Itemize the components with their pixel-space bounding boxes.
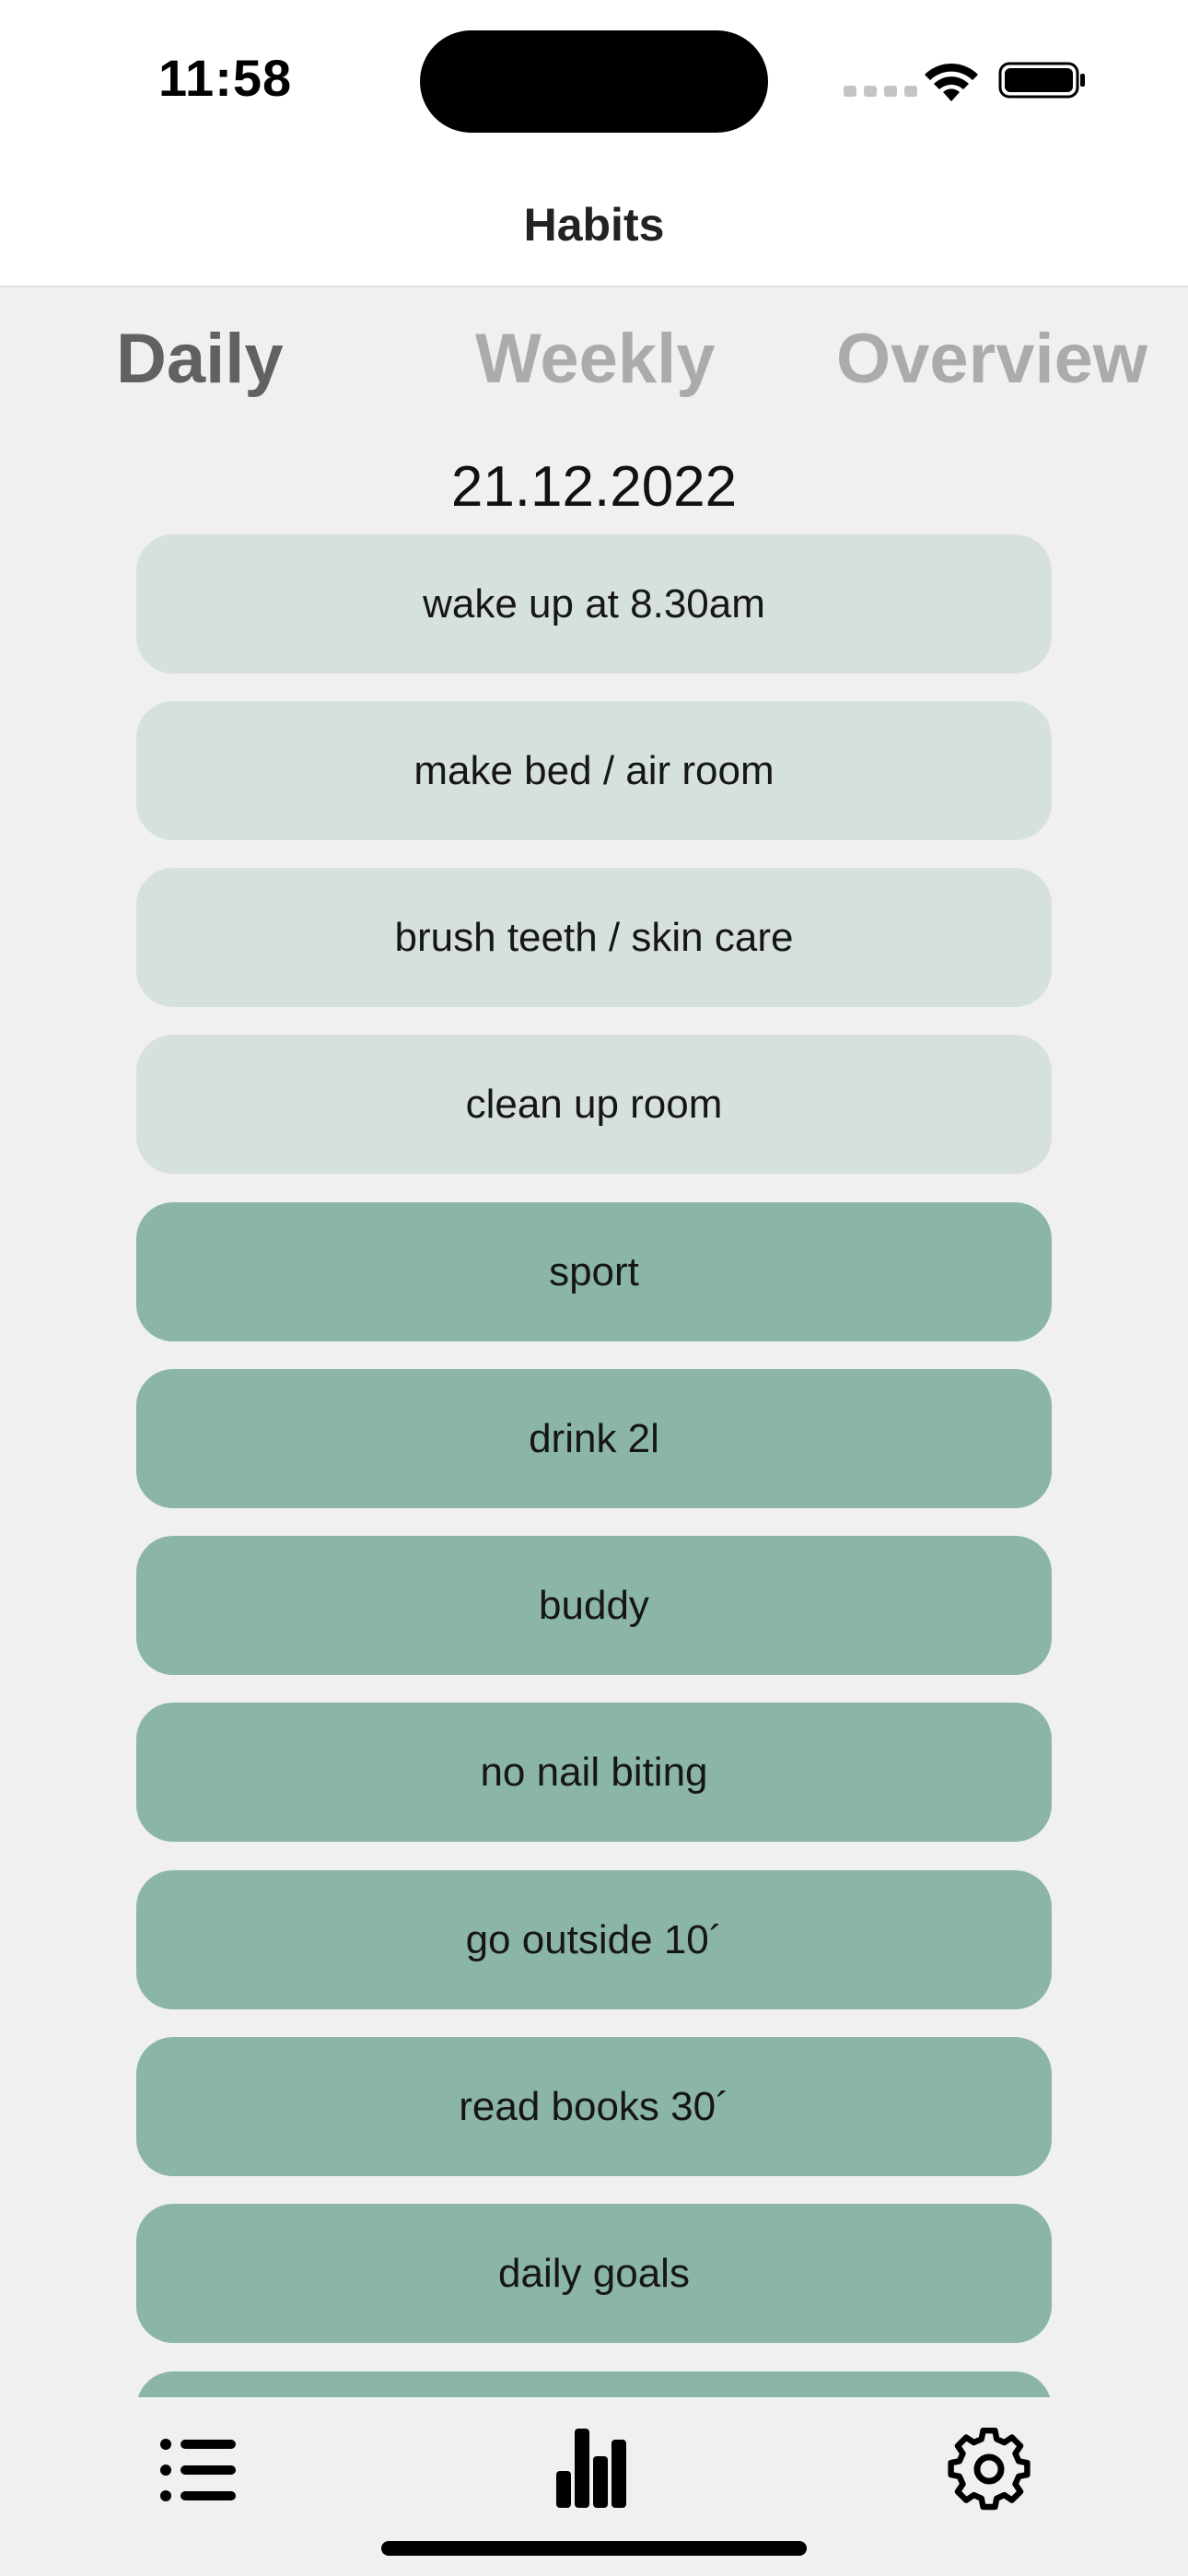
tab-weekly[interactable]: Weekly [475, 318, 716, 401]
habit-item[interactable]: brush teeth / skin care [136, 868, 1052, 1007]
habit-item[interactable]: drink 2l [136, 1369, 1052, 1508]
tab-overview[interactable]: Overview [836, 318, 1147, 401]
battery-icon [998, 62, 1085, 99]
home-indicator[interactable] [381, 2541, 807, 2556]
wifi-icon [925, 63, 978, 101]
status-time: 11:58 [158, 49, 293, 107]
habit-item[interactable]: read books 30´ [136, 2037, 1052, 2176]
tab-daily[interactable]: Daily [116, 318, 284, 401]
current-date: 21.12.2022 [450, 455, 738, 519]
habit-item[interactable] [136, 2371, 1052, 2397]
habit-item[interactable]: no nail biting [136, 1703, 1052, 1842]
habit-list[interactable]: wake up at 8.30am make bed / air room br… [136, 534, 1052, 2397]
cellular-signal-icon [844, 86, 917, 97]
navigation-bar: Habits [0, 157, 1188, 287]
habit-item[interactable]: clean up room [136, 1035, 1052, 1174]
dynamic-island [420, 30, 768, 133]
page-title: Habits [523, 199, 665, 251]
habits-screen: 11:58 Habits Daily Weekly Overview 21.12… [0, 0, 1188, 2576]
habit-item[interactable]: buddy [136, 1536, 1052, 1675]
list-icon[interactable] [158, 2437, 238, 2503]
habit-item[interactable]: daily goals [136, 2204, 1052, 2343]
habit-item[interactable]: sport [136, 1202, 1052, 1341]
status-bar: 11:58 [0, 0, 1188, 157]
habit-item[interactable]: wake up at 8.30am [136, 534, 1052, 673]
habit-item[interactable]: make bed / air room [136, 701, 1052, 840]
habit-item[interactable]: go outside 10´ [136, 1870, 1052, 2009]
gear-icon[interactable] [947, 2427, 1031, 2512]
bar-chart-icon[interactable] [554, 2423, 630, 2508]
